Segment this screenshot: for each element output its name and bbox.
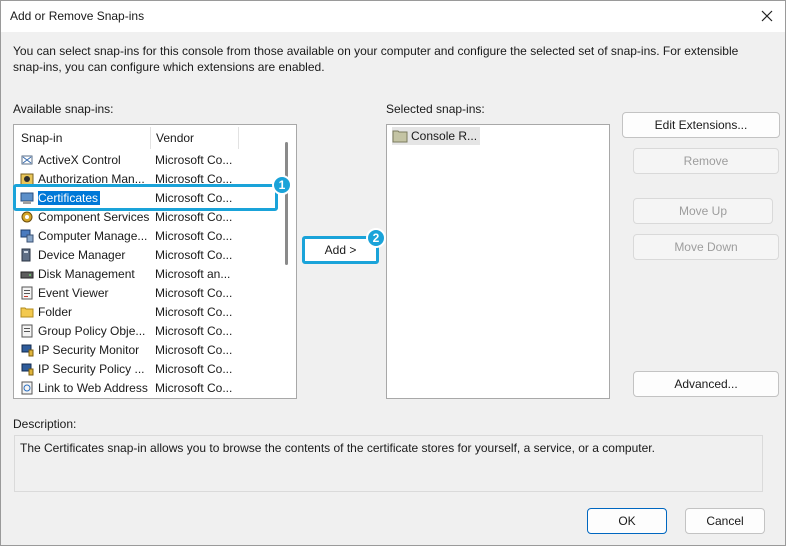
list-item[interactable]: IP Security Monitor Microsoft Co... xyxy=(16,340,286,359)
window-title: Add or Remove Snap-ins xyxy=(10,9,145,23)
list-item[interactable]: IP Security Policy ... Microsoft Co... xyxy=(16,359,286,378)
column-separator xyxy=(238,127,239,149)
move-down-button[interactable]: Move Down xyxy=(633,234,779,260)
column-header-vendor[interactable]: Vendor xyxy=(151,127,239,149)
title-bar: Add or Remove Snap-ins xyxy=(1,1,785,32)
event-viewer-icon xyxy=(19,285,35,301)
add-remove-snapins-dialog: Add or Remove Snap-ins You can select sn… xyxy=(0,0,786,546)
selected-item-console-root[interactable]: Console R... xyxy=(392,127,481,145)
list-item[interactable]: Link to Web Address Microsoft Co... xyxy=(16,378,286,397)
close-button[interactable] xyxy=(755,5,779,27)
description-text: The Certificates snap-in allows you to b… xyxy=(14,435,763,492)
cancel-button[interactable]: Cancel xyxy=(685,508,765,534)
remove-button[interactable]: Remove xyxy=(633,148,779,174)
device-manager-icon xyxy=(19,247,35,263)
list-item[interactable]: Group Policy Obje... Microsoft Co... xyxy=(16,321,286,340)
available-snapins-label: Available snap-ins: xyxy=(13,102,114,116)
list-item[interactable]: Disk Management Microsoft an... xyxy=(16,264,286,283)
intro-text: You can select snap-ins for this console… xyxy=(13,44,739,74)
folder-icon xyxy=(19,304,35,320)
list-item[interactable]: Device Manager Microsoft Co... xyxy=(16,245,286,264)
available-snapins-list[interactable]: Snap-in Vendor ActiveX Control Microsoft… xyxy=(13,124,297,399)
computer-management-icon xyxy=(19,228,35,244)
close-icon xyxy=(761,10,773,22)
console-root-folder-icon xyxy=(392,129,408,143)
list-item[interactable]: Computer Manage... Microsoft Co... xyxy=(16,226,286,245)
list-item[interactable]: Folder Microsoft Co... xyxy=(16,302,286,321)
advanced-button[interactable]: Advanced... xyxy=(633,371,779,397)
ok-button[interactable]: OK xyxy=(587,508,667,534)
selected-snapins-label: Selected snap-ins: xyxy=(386,102,485,116)
description-label: Description: xyxy=(13,417,77,431)
ip-security-monitor-icon xyxy=(19,342,35,358)
disk-management-icon xyxy=(19,266,35,282)
list-item[interactable]: Event Viewer Microsoft Co... xyxy=(16,283,286,302)
column-header-snapin[interactable]: Snap-in xyxy=(16,127,151,149)
group-policy-icon xyxy=(19,323,35,339)
edit-extensions-button[interactable]: Edit Extensions... xyxy=(622,112,780,138)
selected-snapins-list[interactable]: Console R... xyxy=(386,124,610,399)
move-up-button[interactable]: Move Up xyxy=(633,198,773,224)
list-scrollbar[interactable] xyxy=(285,142,288,265)
link-web-icon xyxy=(19,380,35,396)
activex-icon xyxy=(19,152,35,168)
annotation-badge-2: 2 xyxy=(366,228,386,248)
ip-security-policy-icon xyxy=(19,361,35,377)
annotation-highlight-certificates xyxy=(13,184,278,211)
list-item[interactable]: ActiveX Control Microsoft Co... xyxy=(16,150,286,169)
annotation-badge-1: 1 xyxy=(272,175,292,195)
